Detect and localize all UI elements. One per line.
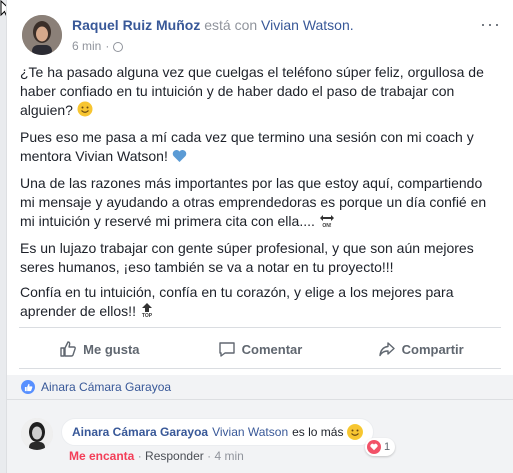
comment-actions: Me encanta · Responder · 4 min — [69, 449, 244, 463]
comment-text: es lo más — [292, 425, 344, 439]
post-title-line: Raquel Ruiz Muñoz está con Vivian Watson… — [72, 17, 354, 33]
smile-emoji-icon — [347, 424, 364, 440]
with-text: está con — [204, 17, 258, 33]
svg-text:TOP: TOP — [142, 313, 153, 318]
post-card: Raquel Ruiz Muñoz está con Vivian Watson… — [6, 0, 513, 473]
comment-icon — [218, 342, 235, 357]
top-arrow-icon: TOP — [140, 302, 154, 323]
comment-timestamp[interactable]: 4 min — [214, 449, 243, 463]
like-reaction-icon — [21, 380, 35, 394]
smile-emoji-icon — [77, 101, 93, 122]
blue-heart-icon — [172, 149, 187, 168]
share-arrow-icon — [378, 342, 395, 357]
share-label: Compartir — [401, 341, 464, 357]
commenter-avatar[interactable] — [21, 418, 53, 450]
post-body: ¿Te ha pasado alguna vez que cuelgas el … — [20, 63, 500, 329]
love-reaction-icon — [367, 440, 381, 454]
author-avatar[interactable] — [22, 15, 62, 55]
comment-bubble: Ainara Cámara Garayoa Vivian Watson es l… — [61, 418, 375, 446]
share-button[interactable]: Compartir — [340, 333, 501, 365]
like-button[interactable]: Me gusta — [19, 333, 180, 365]
post-paragraph: Es un lujazo trabajar con gente súper pr… — [20, 240, 474, 275]
ellipsis-icon[interactable]: ··· — [480, 15, 501, 33]
post-meta: 6 min · — [72, 39, 124, 53]
reactions-names-link[interactable]: Ainara Cámara Garayoa — [41, 380, 171, 394]
comment-label: Comentar — [241, 341, 303, 357]
post-header: Raquel Ruiz Muñoz está con Vivian Watson… — [19, 11, 513, 57]
comment-reaction-count[interactable]: 1 — [365, 438, 396, 456]
comments-section: Ainara Cámara Garayoa Vivian Watson es l… — [7, 399, 513, 473]
like-label: Me gusta — [83, 341, 140, 357]
comment-tag-link[interactable]: Vivian Watson — [212, 425, 288, 439]
post-actions: Me gusta Comentar Compartir — [19, 333, 501, 365]
post-paragraph: ¿Te ha pasado alguna vez que cuelgas el … — [20, 63, 500, 122]
svg-text:ON!: ON! — [322, 223, 332, 228]
globe-icon[interactable] — [113, 42, 124, 52]
thumbs-up-icon — [60, 341, 77, 357]
love-reaction-link[interactable]: Me encanta — [69, 449, 134, 463]
author-name-link[interactable]: Raquel Ruiz Muñoz — [72, 17, 200, 33]
reactions-summary: Ainara Cámara Garayoa — [7, 375, 513, 399]
reply-link[interactable]: Responder — [145, 449, 204, 463]
post-paragraph: Una de las razones más importantes por l… — [20, 174, 500, 233]
commenter-name-link[interactable]: Ainara Cámara Garayoa — [72, 425, 208, 439]
post-paragraph: Pues eso me pasa a mí cada vez que termi… — [20, 128, 500, 168]
reaction-count-value: 1 — [384, 441, 391, 453]
post-paragraph: Confía en tu intuición, confía en tu cor… — [20, 283, 500, 323]
post-timestamp[interactable]: 6 min — [72, 39, 101, 53]
actions-divider-bottom — [19, 368, 501, 369]
on-arrow-icon: ON! — [319, 214, 335, 233]
tagged-person-link[interactable]: Vivian Watson. — [261, 17, 354, 33]
actions-divider-top — [19, 327, 501, 328]
comment-button[interactable]: Comentar — [180, 333, 341, 365]
